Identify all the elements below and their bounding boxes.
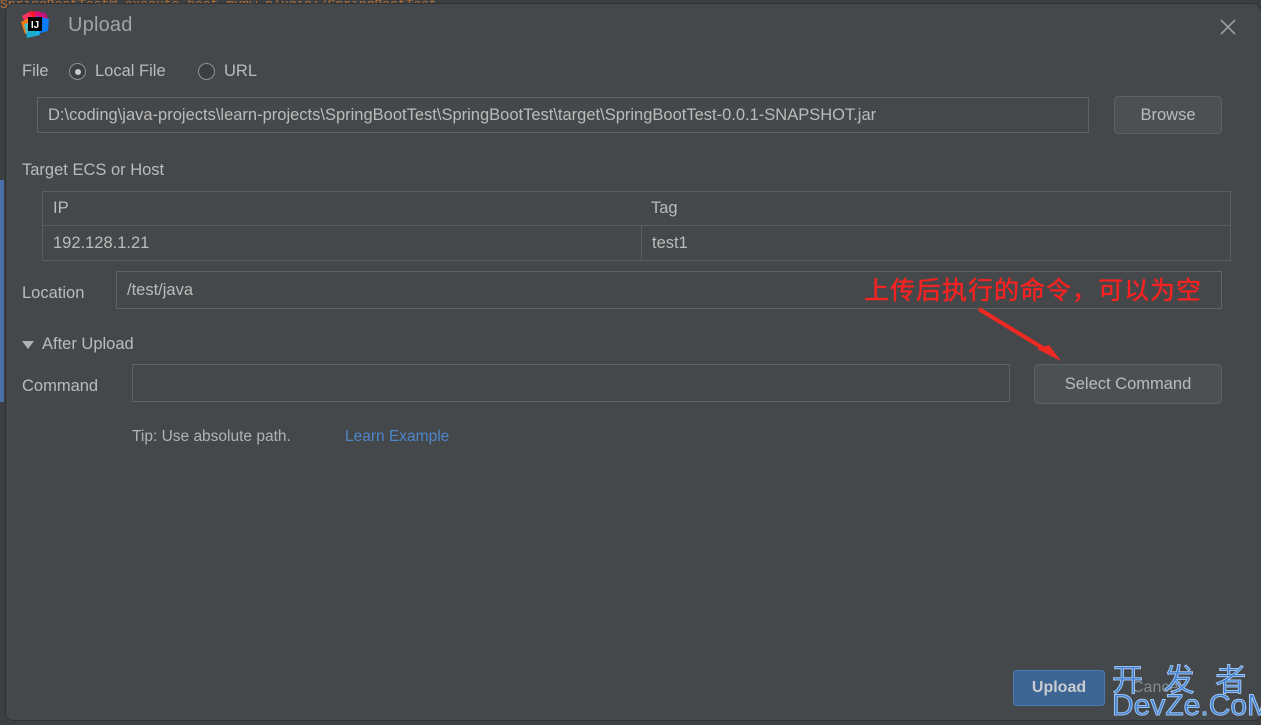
svg-text:IJ: IJ: [31, 20, 39, 31]
select-command-button[interactable]: Select Command: [1034, 364, 1222, 404]
cancel-button[interactable]: Cancel: [1132, 679, 1182, 697]
table-row[interactable]: 192.128.1.21 test1: [43, 226, 1230, 260]
dialog-titlebar: IJ Upload: [6, 4, 1261, 48]
radio-local-file[interactable]: Local File: [69, 62, 166, 81]
table-header-ip: IP: [53, 199, 69, 217]
browse-button[interactable]: Browse: [1114, 96, 1222, 134]
command-input[interactable]: [132, 364, 1010, 402]
background-tool-window-accent: [0, 180, 4, 402]
chevron-down-icon: [22, 340, 34, 349]
location-label: Location: [22, 284, 85, 302]
intellij-idea-icon: IJ: [20, 10, 50, 40]
radio-url-indicator: [198, 63, 215, 80]
screen-root: SpringBootTest@ execute boot mvnw plugin…: [0, 0, 1261, 724]
learn-example-link[interactable]: Learn Example: [345, 428, 449, 446]
radio-local-file-label: Local File: [95, 62, 166, 80]
annotation-text: 上传后执行的命令，可以为空: [864, 277, 1203, 305]
file-label: File: [22, 62, 49, 80]
upload-dialog-body: IJ Upload File Local File URL D:\coding\…: [6, 4, 1261, 720]
command-label: Command: [22, 377, 99, 395]
upload-button[interactable]: Upload: [1013, 670, 1105, 706]
absolute-path-tip: Tip: Use absolute path.: [132, 428, 291, 445]
close-icon[interactable]: [1213, 12, 1243, 42]
table-cell-tag: test1: [641, 226, 1230, 260]
after-upload-section-label: After Upload: [42, 335, 134, 353]
table-header-row: IP Tag: [43, 192, 1230, 226]
radio-local-file-indicator: [69, 63, 86, 80]
radio-url-label: URL: [224, 62, 258, 80]
table-header-tag: Tag: [651, 199, 678, 217]
file-path-input[interactable]: D:\coding\java-projects\learn-projects\S…: [37, 97, 1089, 133]
table-cell-ip: 192.128.1.21: [53, 233, 150, 252]
dialog-title: Upload: [68, 14, 133, 36]
radio-url[interactable]: URL: [198, 62, 257, 81]
after-upload-section-toggle[interactable]: After Upload: [22, 335, 134, 354]
upload-dialog: IJ Upload File Local File URL D:\coding\…: [6, 4, 1261, 720]
target-host-table: IP Tag 192.128.1.21 test1: [42, 191, 1231, 261]
target-ecs-or-host-label: Target ECS or Host: [22, 161, 165, 179]
